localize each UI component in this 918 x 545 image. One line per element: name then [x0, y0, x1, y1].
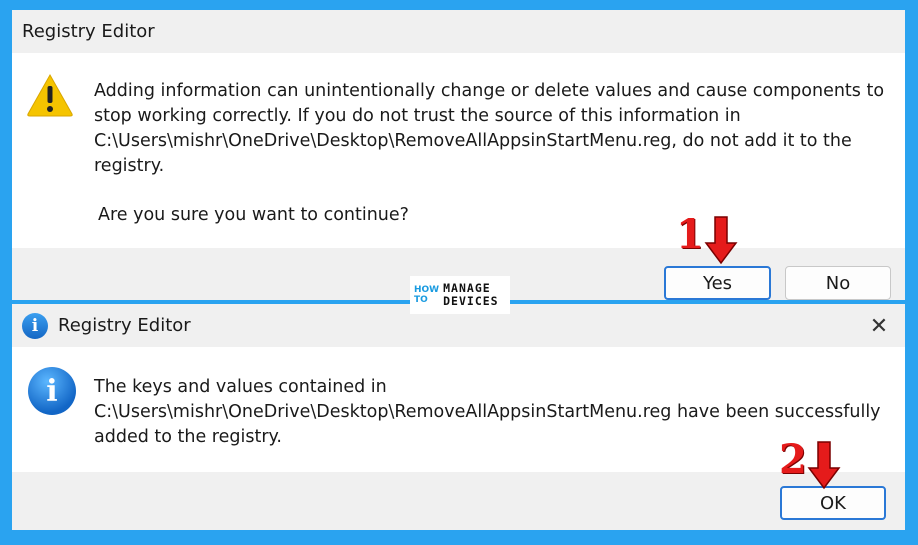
- dialog-body: i The keys and values contained in C:\Us…: [12, 347, 905, 472]
- title-bar: Registry Editor: [12, 10, 905, 53]
- info-icon: i: [22, 312, 48, 339]
- dialog-body: Adding information can unintentionally c…: [12, 53, 905, 248]
- how-to-manage-devices-logo: HOW TO MANAGE DEVICES: [410, 276, 510, 314]
- warning-message: Adding information can unintentionally c…: [94, 81, 885, 176]
- warning-icon: [27, 73, 73, 117]
- ok-button[interactable]: OK: [780, 486, 886, 520]
- step-number: 2: [779, 436, 807, 483]
- no-button[interactable]: No: [785, 266, 891, 300]
- arrow-down-icon: [807, 441, 841, 490]
- step-2-annotation: 2: [779, 440, 841, 490]
- registry-success-dialog: i Registry Editor ✕ i The keys and value…: [12, 304, 905, 530]
- yes-button[interactable]: Yes: [664, 266, 771, 300]
- dialog-title: Registry Editor: [58, 315, 191, 336]
- step-number: 1: [676, 211, 704, 258]
- success-message: The keys and values contained in C:\User…: [94, 377, 881, 447]
- confirm-question: Are you sure you want to continue?: [98, 205, 409, 225]
- dialog-title: Registry Editor: [22, 21, 155, 42]
- arrow-down-icon: [704, 216, 738, 265]
- info-icon: i: [28, 367, 76, 415]
- step-1-annotation: 1: [676, 215, 738, 265]
- registry-warning-dialog: Registry Editor Adding information can u…: [12, 10, 905, 300]
- button-bar: OK: [12, 472, 905, 530]
- close-button[interactable]: ✕: [865, 312, 893, 340]
